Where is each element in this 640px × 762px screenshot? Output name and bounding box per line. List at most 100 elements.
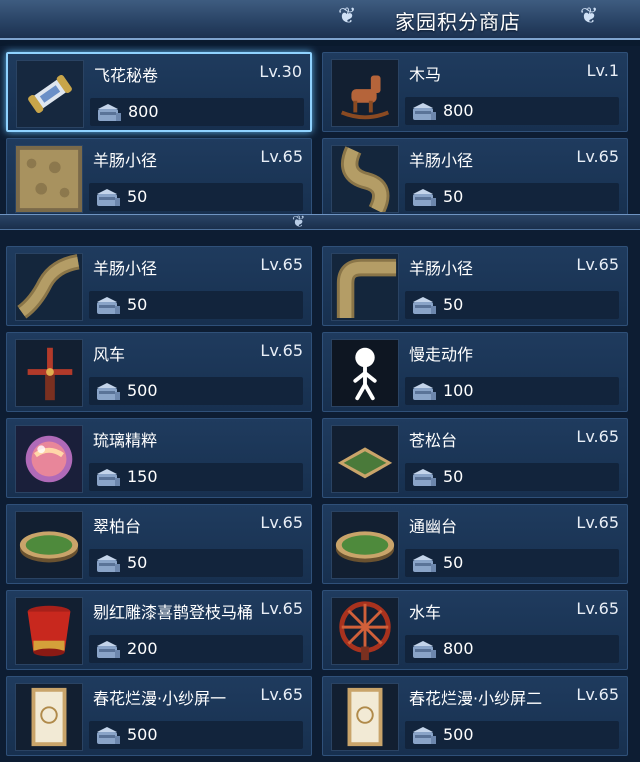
item-price: 50 xyxy=(443,553,464,572)
shop-item-card[interactable]: 春花烂漫·小纱屏二 Lv.65 500 xyxy=(322,676,628,756)
home-points-icon xyxy=(411,468,437,488)
shop-item-card[interactable]: 木马 Lv.1 800 xyxy=(322,52,628,132)
price-bar: 500 xyxy=(89,721,303,749)
shop-item-card[interactable]: 羊肠小径 Lv.65 50 xyxy=(322,246,628,326)
price-bar: 50 xyxy=(89,549,303,577)
ornament-left-icon: ❦ xyxy=(338,4,357,29)
home-points-icon xyxy=(95,188,121,208)
item-price: 500 xyxy=(127,725,158,744)
waterwheel-icon xyxy=(331,597,399,665)
home-points-icon xyxy=(411,726,437,746)
section-divider: ❦ xyxy=(0,212,640,231)
shop-item-card[interactable]: 慢走动作 100 xyxy=(322,332,628,412)
home-points-icon xyxy=(96,103,122,123)
price-bar: 800 xyxy=(405,97,619,125)
screen-panel-icon xyxy=(331,683,399,751)
shop-item-card[interactable]: 飞花秘卷 Lv.30 800 xyxy=(6,52,312,132)
stone-path-square-icon xyxy=(15,145,83,213)
item-level: Lv.65 xyxy=(260,513,303,532)
shop-item-card[interactable]: 苍松台 Lv.65 50 xyxy=(322,418,628,498)
item-name: 木马 xyxy=(409,65,442,84)
shop-item-card[interactable]: 琉璃精粹 150 xyxy=(6,418,312,498)
shop-item-card[interactable]: 羊肠小径 Lv.65 50 xyxy=(322,138,628,218)
curved-path-icon xyxy=(15,253,83,321)
item-name: 羊肠小径 xyxy=(409,151,474,170)
corner-path-icon xyxy=(331,253,399,321)
home-points-icon xyxy=(95,554,121,574)
item-level: Lv.65 xyxy=(576,513,619,532)
item-level: Lv.65 xyxy=(260,341,303,360)
price-bar: 800 xyxy=(90,98,304,126)
item-level: Lv.65 xyxy=(576,427,619,446)
home-points-icon xyxy=(95,382,121,402)
lacquer-bucket-icon xyxy=(15,597,83,665)
price-bar: 150 xyxy=(89,463,303,491)
item-price: 50 xyxy=(443,467,464,486)
shop-item-card[interactable]: 翠柏台 Lv.65 50 xyxy=(6,504,312,584)
item-name: 羊肠小径 xyxy=(93,259,158,278)
home-points-icon xyxy=(95,640,121,660)
rocking-horse-icon xyxy=(331,59,399,127)
shop-item-card[interactable]: 羊肠小径 Lv.65 50 xyxy=(6,138,312,218)
item-name: 羊肠小径 xyxy=(93,151,158,170)
header-gutter xyxy=(0,40,640,46)
item-name: 剔红雕漆喜鹊登枝马桶 xyxy=(93,603,254,622)
item-level: Lv.65 xyxy=(260,147,303,166)
scroll-icon xyxy=(16,60,84,128)
home-points-icon xyxy=(411,296,437,316)
item-price: 500 xyxy=(127,381,158,400)
item-price: 50 xyxy=(127,295,148,314)
item-name: 苍松台 xyxy=(409,431,458,450)
item-price: 200 xyxy=(127,639,158,658)
item-name: 通幽台 xyxy=(409,517,458,536)
item-level: Lv.65 xyxy=(576,599,619,618)
item-price: 500 xyxy=(443,725,474,744)
item-price: 150 xyxy=(127,467,158,486)
divider-ornament-icon: ❦ xyxy=(292,212,306,231)
price-bar: 100 xyxy=(405,377,619,405)
shop-item-card[interactable]: 风车 Lv.65 500 xyxy=(6,332,312,412)
shop-item-card[interactable]: 羊肠小径 Lv.65 50 xyxy=(6,246,312,326)
windmill-icon xyxy=(15,339,83,407)
item-name: 羊肠小径 xyxy=(409,259,474,278)
home-points-icon xyxy=(411,554,437,574)
stick-figure-icon xyxy=(331,339,399,407)
item-level: Lv.65 xyxy=(576,147,619,166)
shop-title: 家园积分商店 xyxy=(395,10,521,34)
item-name: 慢走动作 xyxy=(409,345,474,364)
item-name: 飞花秘卷 xyxy=(94,66,159,85)
item-name: 翠柏台 xyxy=(93,517,142,536)
price-bar: 50 xyxy=(405,463,619,491)
home-points-icon xyxy=(411,188,437,208)
home-points-icon xyxy=(411,382,437,402)
shop-item-card[interactable]: 剔红雕漆喜鹊登枝马桶 Lv.65 200 xyxy=(6,590,312,670)
winding-path-icon xyxy=(331,145,399,213)
item-price: 800 xyxy=(443,101,474,120)
home-points-icon xyxy=(411,102,437,122)
price-bar: 500 xyxy=(89,377,303,405)
item-name: 春花烂漫·小纱屏一 xyxy=(93,689,227,708)
price-bar: 50 xyxy=(89,291,303,319)
price-bar: 50 xyxy=(405,183,619,211)
square-platform-icon xyxy=(331,425,399,493)
item-level: Lv.65 xyxy=(576,255,619,274)
shop-item-card[interactable]: 水车 Lv.65 800 xyxy=(322,590,628,670)
round-platform-icon xyxy=(15,511,83,579)
home-points-icon xyxy=(95,296,121,316)
shop-item-card[interactable]: 春花烂漫·小纱屏一 Lv.65 500 xyxy=(6,676,312,756)
item-level: Lv.65 xyxy=(260,685,303,704)
home-points-icon xyxy=(95,726,121,746)
home-points-icon xyxy=(95,468,121,488)
item-price: 50 xyxy=(443,187,464,206)
price-bar: 50 xyxy=(89,183,303,211)
item-price: 800 xyxy=(443,639,474,658)
item-level: Lv.65 xyxy=(260,599,303,618)
item-price: 800 xyxy=(128,102,159,121)
glass-orb-icon xyxy=(15,425,83,493)
price-bar: 800 xyxy=(405,635,619,663)
screen-panel-icon xyxy=(15,683,83,751)
shop-item-card[interactable]: 通幽台 Lv.65 50 xyxy=(322,504,628,584)
item-price: 50 xyxy=(127,553,148,572)
price-bar: 50 xyxy=(405,291,619,319)
price-bar: 500 xyxy=(405,721,619,749)
